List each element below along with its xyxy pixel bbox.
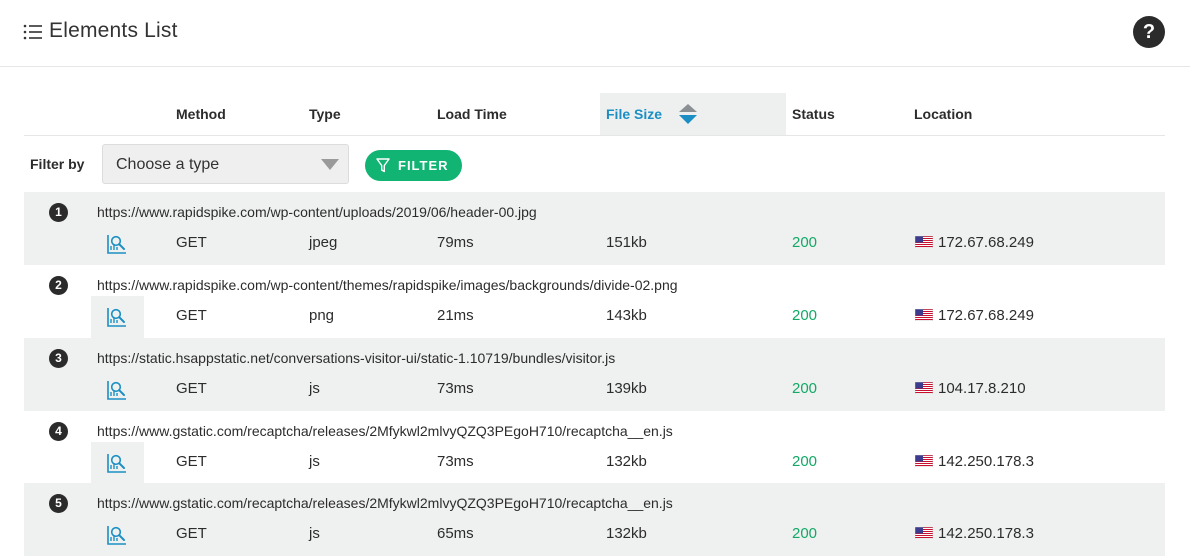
column-header-method[interactable]: Method <box>176 93 226 135</box>
load-time-cell: 73ms <box>437 453 474 470</box>
load-time-cell: 21ms <box>437 307 474 324</box>
table-row: 4 https://www.gstatic.com/recaptcha/relea… <box>24 411 1165 484</box>
row-number-badge: 3 <box>49 349 68 368</box>
element-url: https://www.rapidspike.com/wp-content/th… <box>97 277 678 293</box>
inspect-button[interactable] <box>91 296 144 338</box>
type-select-value: Choose a type <box>116 156 220 173</box>
column-header-status[interactable]: Status <box>792 93 835 135</box>
sort-icon <box>679 104 697 124</box>
table-row: 1 https://www.rapidspike.com/wp-content/u… <box>24 192 1165 265</box>
method-cell: GET <box>176 525 207 542</box>
filter-bar: Filter by Choose a type FILTER <box>24 144 1165 184</box>
location-cell: 142.250.178.3 <box>938 453 1034 470</box>
inspect-icon <box>107 454 126 473</box>
list-icon <box>23 24 42 40</box>
status-cell: 200 <box>792 380 818 397</box>
column-header-load-time[interactable]: Load Time <box>437 93 507 135</box>
type-cell: js <box>309 525 320 542</box>
inspect-button[interactable] <box>91 442 144 484</box>
table-row: 3 https://static.hsappstatic.net/conversa… <box>24 338 1165 411</box>
method-cell: GET <box>176 307 207 324</box>
status-cell: 200 <box>792 525 818 542</box>
type-cell: js <box>309 453 320 470</box>
row-number-badge: 2 <box>49 276 68 295</box>
element-url: https://www.gstatic.com/recaptcha/releas… <box>97 423 673 439</box>
us-flag-icon <box>915 382 933 394</box>
inspect-button[interactable] <box>91 369 144 411</box>
filter-label: Filter by <box>30 156 85 172</box>
inspect-icon <box>107 526 126 545</box>
type-cell: jpeg <box>309 234 338 251</box>
us-flag-icon <box>915 309 933 321</box>
inspect-icon <box>107 235 126 254</box>
method-cell: GET <box>176 234 207 251</box>
file-size-cell: 132kb <box>606 453 647 470</box>
help-button[interactable]: ? <box>1133 16 1165 48</box>
file-size-cell: 139kb <box>606 380 647 397</box>
location-cell: 172.67.68.249 <box>938 307 1034 324</box>
status-cell: 200 <box>792 307 818 324</box>
file-size-cell: 143kb <box>606 307 647 324</box>
file-size-cell: 132kb <box>606 525 647 542</box>
inspect-icon <box>107 381 126 400</box>
table-row: 2 https://www.rapidspike.com/wp-content/t… <box>24 265 1165 338</box>
row-number-badge: 5 <box>49 494 68 513</box>
type-select[interactable]: Choose a type <box>102 144 349 184</box>
filter-button[interactable]: FILTER <box>365 150 462 181</box>
column-header-location[interactable]: Location <box>914 93 972 135</box>
type-cell: js <box>309 380 320 397</box>
location-cell: 142.250.178.3 <box>938 525 1034 542</box>
row-number-badge: 4 <box>49 422 68 441</box>
load-time-cell: 73ms <box>437 380 474 397</box>
status-cell: 200 <box>792 234 818 251</box>
funnel-icon <box>376 158 390 173</box>
table-row: 5 https://www.gstatic.com/recaptcha/relea… <box>24 483 1165 556</box>
load-time-cell: 79ms <box>437 234 474 251</box>
method-cell: GET <box>176 453 207 470</box>
filter-button-label: FILTER <box>398 158 449 173</box>
element-url: https://static.hsappstatic.net/conversat… <box>97 350 616 366</box>
element-url: https://www.rapidspike.com/wp-content/up… <box>97 204 537 220</box>
load-time-cell: 65ms <box>437 525 474 542</box>
us-flag-icon <box>915 236 933 248</box>
chevron-down-icon <box>321 159 339 170</box>
inspect-button[interactable] <box>91 223 144 265</box>
row-number-badge: 1 <box>49 203 68 222</box>
column-header-file-size-label: File Size <box>606 106 663 122</box>
us-flag-icon <box>915 455 933 467</box>
status-cell: 200 <box>792 453 818 470</box>
us-flag-icon <box>915 527 933 539</box>
column-header-type[interactable]: Type <box>309 93 341 135</box>
table-header: Method Type Load Time File Size Status L… <box>24 93 1165 136</box>
inspect-icon <box>107 308 126 327</box>
column-header-file-size[interactable]: File Size <box>600 93 786 135</box>
type-cell: png <box>309 307 335 324</box>
method-cell: GET <box>176 380 207 397</box>
location-cell: 172.67.68.249 <box>938 234 1034 251</box>
location-cell: 104.17.8.210 <box>938 380 1026 397</box>
page-title: Elements List <box>49 19 178 42</box>
file-size-cell: 151kb <box>606 234 647 251</box>
page-header: Elements List ? <box>0 0 1190 67</box>
element-url: https://www.gstatic.com/recaptcha/releas… <box>97 495 673 511</box>
